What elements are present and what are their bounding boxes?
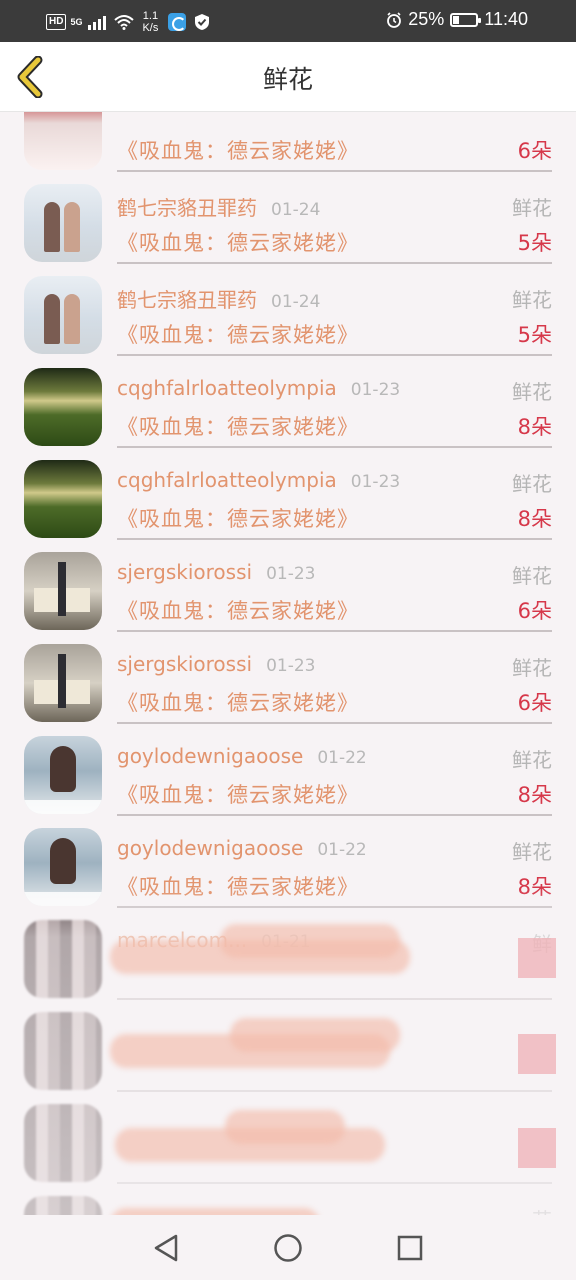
redaction-smear [220, 924, 400, 958]
app-notification-icon [168, 13, 187, 31]
redaction-block [518, 1034, 556, 1074]
gift-row[interactable]: sjergskiorossi 01-23 鲜花《吸血鬼：德云家姥姥》 6朵 [0, 632, 576, 724]
sender-name[interactable]: sjergskiorossi 01-23 [117, 652, 315, 676]
gift-date: 01-22 [317, 748, 367, 768]
gift-date: 01-24 [271, 292, 321, 312]
net-speed-value: 1.1 [142, 10, 159, 22]
gift-book-title[interactable]: 《吸血鬼：德云家姥姥》 [117, 779, 359, 809]
privacy-mosaic-overlay [0, 888, 576, 1215]
hd-badge: HD [46, 14, 67, 30]
gift-book-title[interactable]: 《吸血鬼：德云家姥姥》 [117, 687, 359, 717]
avatar[interactable] [24, 276, 102, 354]
gift-type-label: 鲜花 [512, 564, 552, 588]
sender-name-text[interactable]: goylodewnigaoose [117, 744, 303, 768]
redaction-smear [225, 1110, 345, 1144]
sender-name-text[interactable]: sjergskiorossi [117, 560, 252, 584]
battery-icon [450, 12, 482, 27]
sender-name-text[interactable]: 鹤七宗貉丑罪药 [117, 196, 257, 220]
sender-name[interactable]: sjergskiorossi 01-23 [117, 560, 315, 584]
gift-type-label: 鲜花 [512, 380, 552, 404]
app-header: 鲜花 [0, 42, 576, 112]
circle-home-icon[interactable] [271, 1231, 305, 1265]
status-right-group: 25% 11:40 [386, 9, 528, 30]
gift-type-label: 鲜花 [512, 288, 552, 312]
redaction-block [518, 938, 556, 978]
gift-type-label: 鲜花 [512, 656, 552, 680]
gift-book-title[interactable]: 《吸血鬼：德云家姥姥》 [117, 595, 359, 625]
page-title: 鲜花 [262, 65, 313, 94]
sender-name[interactable] [117, 112, 131, 124]
sender-name-text[interactable]: sjergskiorossi [117, 652, 252, 676]
gift-row[interactable]: cqghfalrloatteolympia 01-23 鲜花《吸血鬼：德云家姥姥》 8… [0, 448, 576, 540]
gift-date: 01-23 [266, 656, 316, 676]
sender-name-text[interactable]: cqghfalrloatteolympia [117, 468, 337, 492]
gift-count: 8朵 [517, 507, 552, 531]
gift-type-label: 鲜花 [512, 840, 552, 864]
net-speed: 1.1 K/s [142, 10, 158, 34]
gift-count: 8朵 [517, 415, 552, 439]
avatar[interactable] [24, 368, 102, 446]
battery-percent: 25% [408, 9, 445, 29]
avatar[interactable] [24, 644, 102, 722]
avatar[interactable] [24, 736, 102, 814]
gift-date: 01-23 [350, 472, 401, 492]
clock: 11:40 [484, 9, 528, 29]
shield-icon [195, 14, 210, 30]
avatar[interactable] [24, 552, 102, 630]
sender-name-text[interactable]: cqghfalrloatteolympia [117, 376, 337, 400]
gift-row[interactable]: 鹤七宗貉丑罪药 01-24 鲜花《吸血鬼：德云家姥姥》 5朵 [0, 172, 576, 264]
sender-name-text[interactable]: 鹤七宗貉丑罪药 [117, 288, 257, 312]
gift-count: 5朵 [517, 323, 552, 347]
network-type: 5G [70, 17, 83, 27]
sender-name[interactable]: cqghfalrloatteolympia 01-23 [117, 376, 400, 400]
gift-row[interactable]: cqghfalrloatteolympia 01-23 鲜花《吸血鬼：德云家姥姥》 8… [0, 356, 576, 448]
sender-name[interactable]: 鹤七宗貉丑罪药 01-24 [117, 192, 320, 221]
alarm-icon [387, 11, 402, 28]
sender-name[interactable]: cqghfalrloatteolympia 01-23 [117, 468, 400, 492]
gift-book-title[interactable]: 《吸血鬼：德云家姥姥》 [117, 503, 359, 533]
gift-row[interactable]: 《吸血鬼：德云家姥姥》 6朵 [0, 112, 576, 172]
gift-list[interactable]: 《吸血鬼：德云家姥姥》 6朵 鹤七宗貉丑罪药 01-24 鲜花 《吸血鬼：德云家姥姥》 5朵… [0, 112, 576, 1215]
wifi-icon [114, 15, 135, 30]
gift-book-title[interactable]: 《吸血鬼：德云家姥姥》 [117, 227, 359, 257]
gift-date: 01-23 [266, 564, 316, 584]
net-speed-unit: K/s [142, 22, 159, 34]
gift-count: 6朵 [517, 599, 552, 623]
gift-count: 5朵 [517, 231, 552, 255]
sender-name-text[interactable]: goylodewnigaoose [117, 836, 303, 860]
gift-book-title[interactable]: 《吸血鬼：德云家姥姥》 [117, 135, 359, 165]
system-nav-bar [0, 1215, 576, 1280]
avatar[interactable] [24, 112, 102, 170]
avatar[interactable] [24, 184, 102, 262]
gift-book-title[interactable]: 《吸血鬼：德云家姥姥》 [117, 319, 359, 349]
sender-name[interactable]: 鹤七宗貉丑罪药 01-24 [117, 284, 320, 313]
square-recent-icon[interactable] [393, 1231, 427, 1265]
triangle-back-icon[interactable] [150, 1231, 184, 1265]
gift-book-title[interactable]: 《吸血鬼：德云家姥姥》 [117, 411, 359, 441]
status-left-group: HD 5G 1.1 K/s [46, 10, 210, 34]
gift-type-label: 鲜花 [512, 472, 552, 496]
gift-count: 8朵 [517, 783, 552, 807]
gift-row[interactable]: 鹤七宗貉丑罪药 01-24 鲜花《吸血鬼：德云家姥姥》 5朵 [0, 264, 576, 356]
gift-type-label: 鲜花 [512, 196, 552, 220]
gift-date: 01-22 [317, 840, 367, 860]
status-bar: HD 5G 1.1 K/s 25% 11:40 [0, 0, 576, 42]
redaction-smear [110, 1208, 320, 1215]
sender-name[interactable]: goylodewnigaoose 01-22 [117, 744, 367, 768]
redaction-smear [230, 1018, 400, 1052]
gift-row[interactable]: goylodewnigaoose 01-22 鲜花《吸血鬼：德云家姥姥》 8朵 [0, 724, 576, 816]
gift-type-label: 鲜花 [512, 748, 552, 772]
redaction-block [518, 1128, 556, 1168]
gift-row[interactable]: sjergskiorossi 01-23 鲜花《吸血鬼：德云家姥姥》 6朵 [0, 540, 576, 632]
gift-date: 01-24 [271, 200, 321, 220]
gift-count: 6朵 [517, 139, 552, 163]
gift-count: 6朵 [517, 691, 552, 715]
signal-icon [88, 14, 107, 30]
avatar[interactable] [24, 460, 102, 538]
sender-name[interactable]: goylodewnigaoose 01-22 [117, 836, 367, 860]
gift-date: 01-23 [350, 380, 401, 400]
